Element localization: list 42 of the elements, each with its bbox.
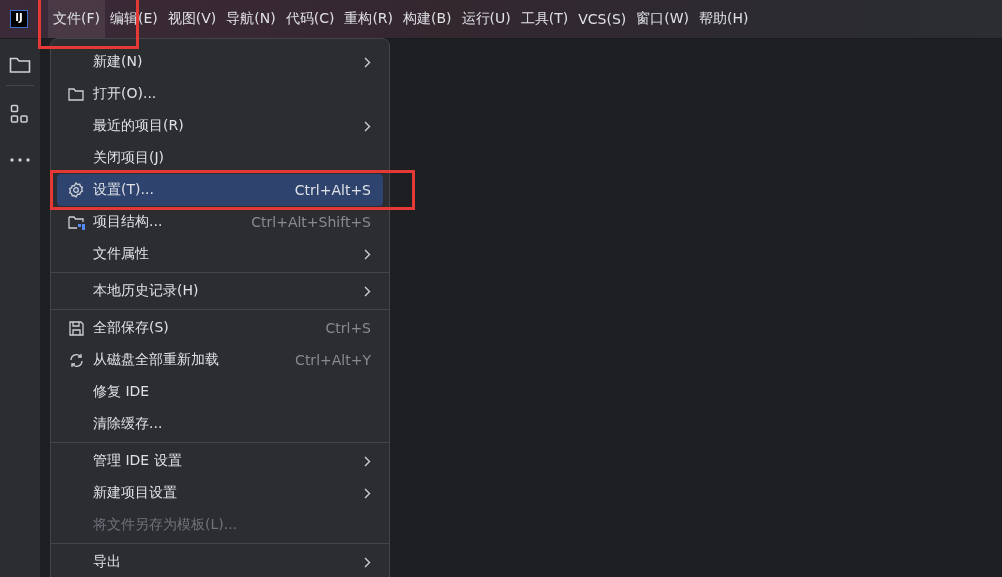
settings-icon [68,182,84,198]
folder-grid-icon [67,214,85,230]
app-logo[interactable]: IJ [10,10,28,28]
menu-bar-item[interactable]: 编辑(E) [105,0,163,38]
menu-bar-item[interactable]: 构建(B) [398,0,457,38]
menu-bar-item[interactable]: 导航(N) [221,0,281,38]
menu-bar-item[interactable]: 视图(V) [162,0,222,38]
menu-item[interactable]: 最近的项目(R) [57,110,383,142]
chevron-right-icon [364,248,371,260]
menu-bar-item[interactable]: 工具(T) [515,0,574,38]
more-icon[interactable] [10,158,30,162]
menu-bar-item[interactable]: VCS(S) [573,0,632,38]
menu-item[interactable]: 从磁盘全部重新加载 Ctrl+Alt+Y [57,344,383,376]
menu-bar-item[interactable]: 窗口(W) [631,0,695,38]
chevron-right-icon [364,285,371,297]
folder-icon[interactable] [9,56,31,74]
menu-item[interactable]: 新建项目设置 [57,477,383,509]
menu-item[interactable]: 导出 [57,546,383,577]
menu-bar-item[interactable]: 文件(F) [48,0,105,38]
folder-icon [68,87,84,101]
menu-item[interactable]: 全部保存(S) Ctrl+S [57,312,383,344]
chevron-right-icon [364,487,371,499]
menu-item[interactable]: 本地历史记录(H) [57,275,383,307]
menu-bar-item[interactable]: 帮助(H) [694,0,754,38]
structure-icon[interactable] [10,104,30,124]
menu-item[interactable]: 打开(O)... [57,78,383,110]
menu-item[interactable]: 设置(T)... Ctrl+Alt+S [57,174,383,206]
chevron-right-icon [364,120,371,132]
menu-item[interactable]: 关闭项目(J) [57,142,383,174]
chevron-right-icon [364,56,371,68]
menu-bar-item[interactable]: 代码(C) [280,0,340,38]
menu-item[interactable]: 修复 IDE [57,376,383,408]
menu-item[interactable]: 管理 IDE 设置 [57,445,383,477]
menu-item[interactable]: 文件属性 [57,238,383,270]
menu-item[interactable]: 项目结构... Ctrl+Alt+Shift+S [57,206,383,238]
chevron-right-icon [364,556,371,568]
menu-bar-item[interactable]: 运行(U) [456,0,516,38]
menu-bar-item[interactable]: 重构(R) [339,0,399,38]
chevron-right-icon [364,455,371,467]
menu-item[interactable]: 清除缓存... [57,408,383,440]
menu-item[interactable]: 新建(N) [57,46,383,78]
refresh-icon [67,352,85,368]
